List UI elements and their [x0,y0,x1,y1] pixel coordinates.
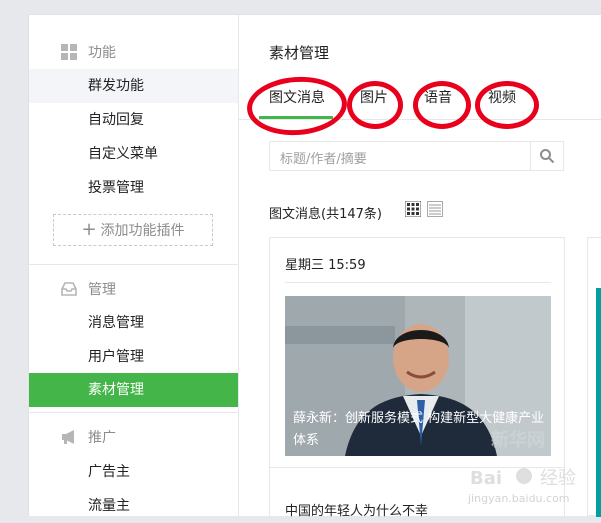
cover-image[interactable]: 薛永新：创新服务模式 构建新型大健康产业体系 新华网 [285,296,551,456]
svg-text:jingyan.baidu.com: jingyan.baidu.com [467,492,570,505]
section-promote: 推广 [29,419,238,455]
baidu-jingyan-logo: Bai 经验 jingyan.baidu.com [467,468,576,505]
grid-icon [61,44,77,60]
annotation-circle [347,81,403,129]
sidebar-divider [29,264,238,265]
svg-text:Bai: Bai [470,468,502,489]
section-functions: 功能 [29,34,238,70]
sidebar-item-label: 流量主 [88,498,130,514]
sidebar-divider [29,412,238,413]
megaphone-icon [62,430,74,444]
sidebar-item-custom-menu[interactable]: 自定义菜单 [29,137,238,171]
sidebar-item-advertiser[interactable]: 广告主 [29,455,238,489]
card-divider [285,282,551,283]
sidebar-item-label: 自定义菜单 [88,146,158,162]
sidebar-item-vote[interactable]: 投票管理 [29,171,238,205]
inbox-icon [61,282,77,296]
list-view-icon[interactable] [427,201,443,217]
annotation-circle [475,81,539,129]
sidebar-item-label: 广告主 [88,464,130,480]
section-manage: 管理 [29,271,238,307]
sidebar-item-label: 用户管理 [88,349,144,365]
sidebar-item-users[interactable]: 用户管理 [29,340,238,374]
sidebar-item-publisher[interactable]: 流量主 [29,489,238,523]
section-title: 推广 [88,430,116,446]
app-frame: 功能 群发功能 自动回复 自定义菜单 投票管理 + 添加功能插件 管理 消息管理 … [28,14,601,519]
material-count: 图文消息(共147条) [269,207,382,222]
section-title: 管理 [88,282,116,298]
search-box[interactable]: 标题/作者/摘要 [269,141,564,171]
sidebar-item-label: 自动回复 [88,112,144,128]
search-icon [540,149,555,164]
sidebar-item-label: 群发功能 [88,78,144,94]
page-title: 素材管理 [269,44,330,62]
search-button[interactable] [530,142,563,170]
sidebar-item-auto-reply[interactable]: 自动回复 [29,103,238,137]
grid-view-icon[interactable] [405,201,421,217]
sidebar-item-materials[interactable]: 素材管理 [29,373,238,407]
annotation-circle [413,81,471,129]
sidebar-item-label: 素材管理 [88,382,144,398]
card-date: 星期三 15:59 [285,258,366,273]
search-input[interactable]: 标题/作者/摘要 [280,148,367,167]
add-plugin-label: 添加功能插件 [100,223,185,239]
sidebar: 功能 群发功能 自动回复 自定义菜单 投票管理 + 添加功能插件 管理 消息管理 … [29,15,239,516]
sidebar-item-label: 消息管理 [88,315,144,331]
svg-text:经验: 经验 [540,468,576,489]
sidebar-item-messages[interactable]: 消息管理 [29,306,238,340]
main-panel: 素材管理 图文消息 图片 语音 视频 标题/作者/摘要 图文消息(共147条) … [239,15,601,519]
source-watermark: 新华网 [491,430,545,451]
sidebar-item-mass-send[interactable]: 群发功能 [29,69,238,103]
add-plugin-button[interactable]: + 添加功能插件 [53,214,213,246]
sidebar-item-label: 投票管理 [88,180,144,196]
plus-icon: + [81,219,97,240]
sub-article-title[interactable]: 中国的年轻人为什么不幸 [285,500,428,519]
section-title: 功能 [88,45,116,61]
